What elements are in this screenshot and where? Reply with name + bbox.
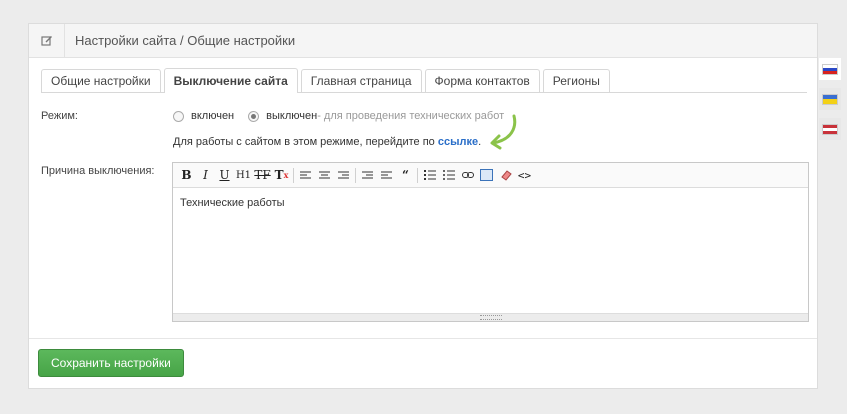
settings-panel: Настройки сайта / Общие настройки Общие … bbox=[28, 23, 818, 389]
align-center-icon[interactable] bbox=[315, 166, 334, 185]
editor-resize-handle[interactable] bbox=[173, 313, 808, 321]
tabs-bar: Общие настройки Выключение сайта Главная… bbox=[41, 67, 807, 93]
unordered-list-icon[interactable] bbox=[439, 166, 458, 185]
language-switcher bbox=[819, 58, 841, 148]
clear-format-icon[interactable]: Tx bbox=[272, 166, 291, 185]
strikethrough-icon[interactable]: TF bbox=[253, 166, 272, 185]
tab-home[interactable]: Главная страница bbox=[300, 69, 422, 92]
flag-ru-icon bbox=[822, 63, 838, 75]
flag-ua-icon bbox=[822, 93, 838, 105]
align-left-icon[interactable] bbox=[296, 166, 315, 185]
edit-icon bbox=[29, 23, 65, 58]
italic-icon[interactable]: I bbox=[196, 166, 215, 185]
tab-site-off[interactable]: Выключение сайта bbox=[163, 68, 298, 93]
lang-ru[interactable] bbox=[819, 58, 841, 80]
bold-icon[interactable]: B bbox=[177, 166, 196, 185]
lang-us[interactable] bbox=[819, 118, 841, 140]
tab-contact-form[interactable]: Форма контактов bbox=[424, 69, 540, 92]
panel-header: Настройки сайта / Общие настройки bbox=[29, 23, 817, 58]
mode-radio-group: включен выключен - для проведения технич… bbox=[173, 110, 504, 122]
note-link[interactable]: ссылке bbox=[438, 136, 478, 148]
code-icon[interactable]: <> bbox=[515, 166, 534, 185]
toolbar-separator bbox=[293, 167, 294, 183]
tab-general[interactable]: Общие настройки bbox=[41, 69, 161, 92]
mode-hint: - для проведения технических работ bbox=[317, 110, 505, 122]
note-text: Для работы с сайтом в этом режиме, перей… bbox=[173, 136, 438, 148]
lang-ua[interactable] bbox=[819, 88, 841, 110]
editor-content[interactable]: Технические работы bbox=[173, 188, 808, 218]
mode-label: Режим: bbox=[41, 110, 78, 122]
outdent-icon[interactable] bbox=[358, 166, 377, 185]
flag-us-icon bbox=[822, 123, 838, 135]
toolbar-separator bbox=[355, 167, 356, 183]
toolbar-separator bbox=[417, 167, 418, 183]
underline-icon[interactable]: U bbox=[215, 166, 234, 185]
radio-on[interactable] bbox=[173, 110, 184, 122]
fullscreen-icon[interactable] bbox=[477, 166, 496, 185]
radio-off-label: выключен bbox=[266, 110, 318, 122]
mode-note: Для работы с сайтом в этом режиме, перей… bbox=[173, 136, 481, 148]
align-right-icon[interactable] bbox=[334, 166, 353, 185]
link-icon[interactable] bbox=[458, 166, 477, 185]
eraser-icon[interactable] bbox=[496, 166, 515, 185]
reason-label: Причина выключения: bbox=[41, 165, 155, 177]
quote-icon[interactable]: “ bbox=[396, 166, 415, 185]
radio-on-label: включен bbox=[191, 110, 235, 122]
arrow-icon bbox=[490, 114, 517, 150]
radio-off[interactable] bbox=[248, 110, 260, 122]
footer-divider bbox=[29, 338, 817, 339]
page-title: Настройки сайта / Общие настройки bbox=[75, 33, 296, 48]
heading-icon[interactable]: H1 bbox=[234, 166, 253, 185]
save-button[interactable]: Сохранить настройки bbox=[38, 349, 184, 377]
editor-toolbar: B I U H1 TF Tx “ <> bbox=[173, 163, 808, 188]
reason-editor: B I U H1 TF Tx “ <> Технические работы bbox=[172, 162, 809, 322]
ordered-list-icon[interactable] bbox=[420, 166, 439, 185]
indent-icon[interactable] bbox=[377, 166, 396, 185]
tab-regions[interactable]: Регионы bbox=[542, 69, 610, 92]
